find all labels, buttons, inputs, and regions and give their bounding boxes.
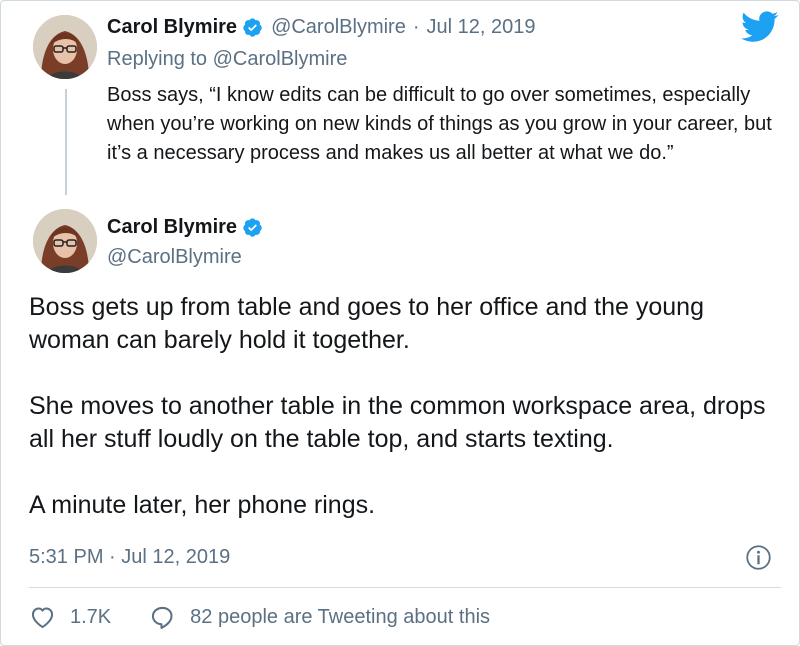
reply-tweet-text: Boss says, “I know edits can be difficul… (107, 84, 772, 164)
verified-badge-icon (243, 17, 262, 37)
speech-bubble-icon (152, 606, 173, 629)
main-author-name-row: Carol Blymire (107, 213, 271, 241)
reply-author-avatar[interactable] (33, 15, 97, 79)
tweet-paragraph: She moves to another table in the common… (29, 392, 766, 453)
main-author-avatar[interactable] (33, 209, 97, 273)
actions-divider (29, 587, 781, 588)
like-count: 1.7K (70, 606, 112, 628)
replying-to-handle[interactable]: @CarolBlymire (213, 48, 348, 70)
info-icon[interactable] (745, 544, 772, 571)
tweet-timestamp[interactable]: 5:31 PM · Jul 12, 2019 (29, 543, 230, 571)
replying-to-line: Replying to @CarolBlymire (107, 45, 347, 73)
tweeting-about-action[interactable]: 82 people are Tweeting about this (149, 603, 490, 631)
verified-badge-icon (243, 217, 262, 237)
tweet-embed-card: Carol Blymire @CarolBlymire · Jul 12, 20… (0, 0, 800, 646)
header-separator: · (412, 16, 420, 38)
main-author-handle[interactable]: @CarolBlymire (107, 243, 242, 271)
reply-author-name[interactable]: Carol Blymire (107, 13, 237, 41)
tweet-paragraph: Boss gets up from table and goes to her … (29, 293, 704, 354)
tweet-paragraph: A minute later, her phone rings. (29, 491, 376, 519)
main-tweet-text: Boss gets up from table and goes to her … (29, 291, 789, 522)
reply-date[interactable]: Jul 12, 2019 (427, 13, 536, 41)
reply-author-handle[interactable]: @CarolBlymire (271, 13, 406, 41)
main-author-name[interactable]: Carol Blymire (107, 213, 237, 241)
twitter-bird-icon[interactable] (741, 11, 779, 43)
tweeting-about-text: 82 people are Tweeting about this (190, 606, 491, 628)
reply-tweet-header: Carol Blymire @CarolBlymire · Jul 12, 20… (107, 13, 535, 41)
thread-connector-line (65, 89, 67, 195)
like-action[interactable]: 1.7K (29, 603, 111, 631)
heart-icon (31, 606, 54, 628)
tweet-actions-bar: 1.7K 82 people are Tweeting about this (29, 603, 490, 631)
replying-prefix: Replying to (107, 48, 213, 70)
